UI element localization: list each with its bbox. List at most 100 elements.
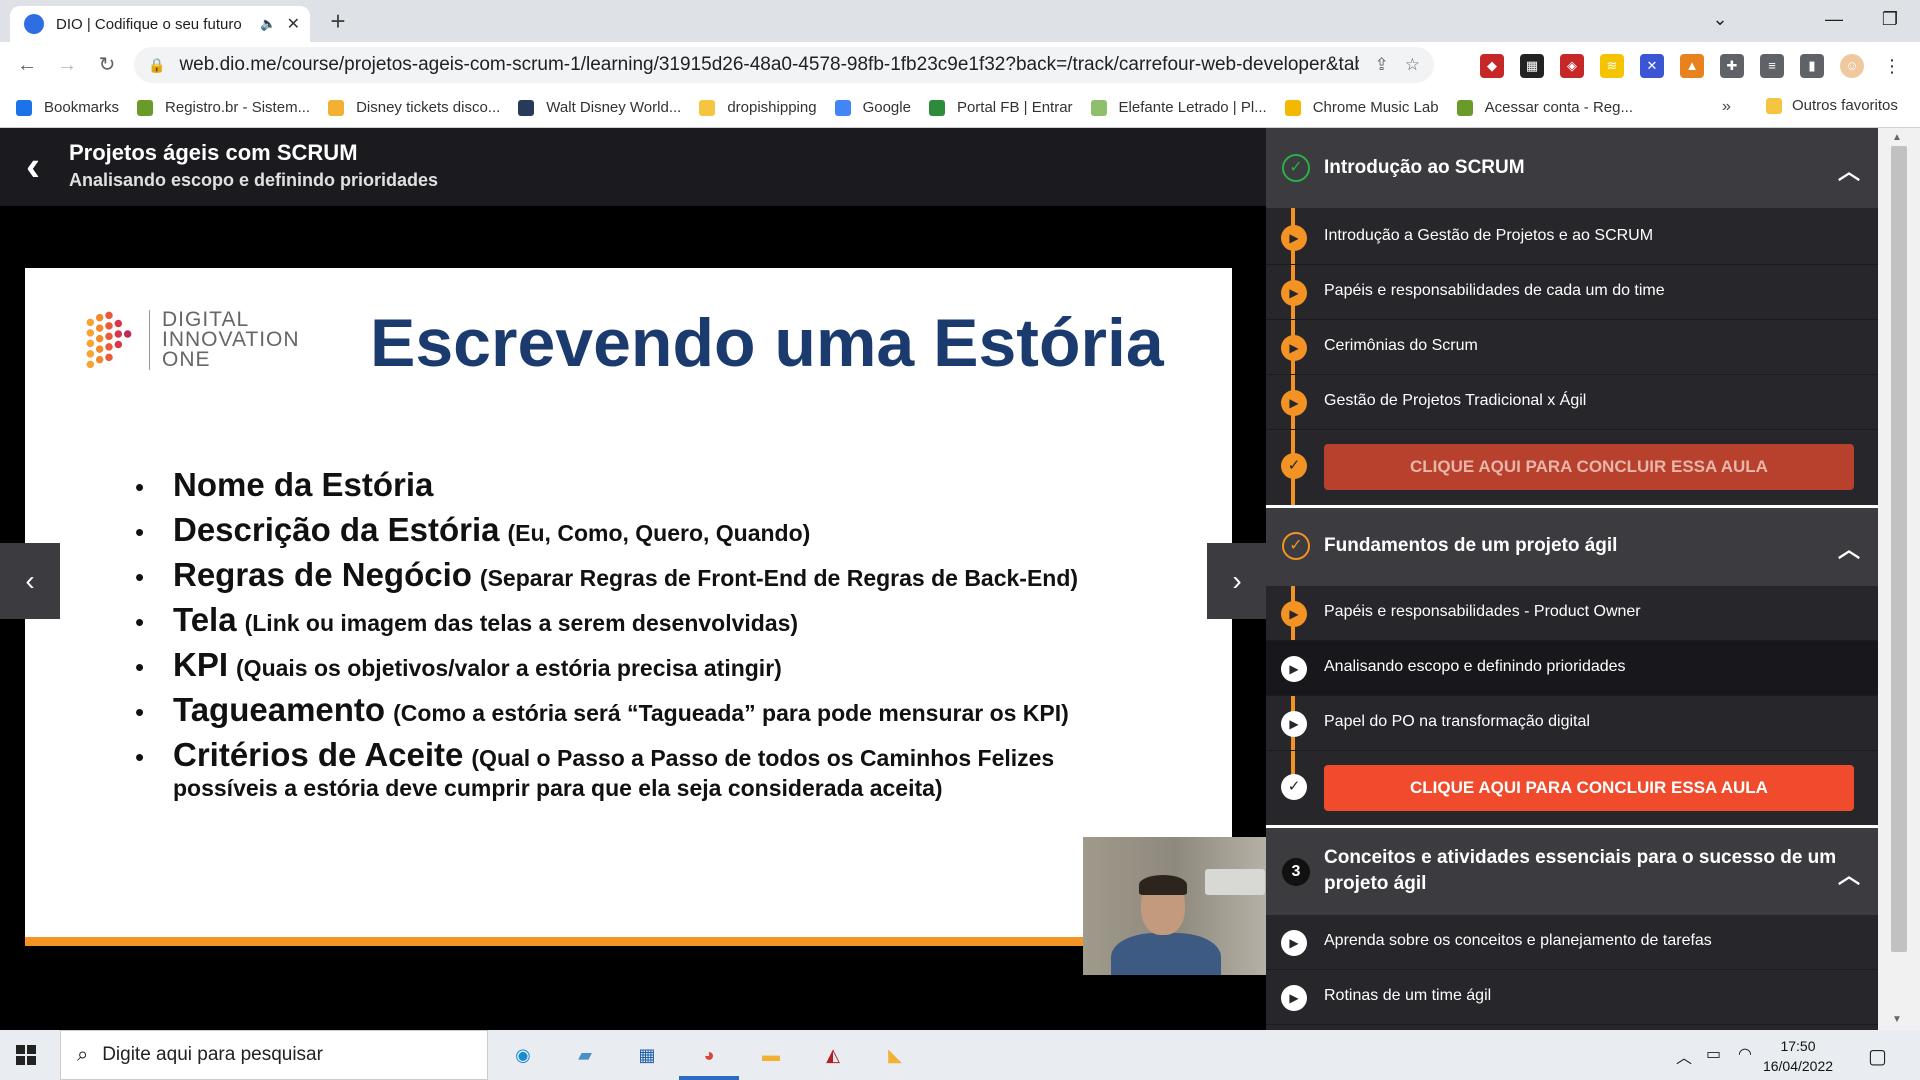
lesson-item-current[interactable]: ▶ Analisando escopo e definindo prioridad… (1266, 641, 1878, 696)
lesson-item[interactable]: ▶ Papel do PO na transformação digital (1266, 696, 1878, 751)
notepad-icon[interactable]: ▰ (568, 1038, 602, 1072)
extensions-puzzle-icon[interactable]: ✚ (1720, 54, 1744, 78)
other-bookmarks-folder[interactable]: Outros favoritos (1766, 97, 1898, 114)
play-icon: ▶ (1281, 390, 1307, 416)
windows-start-icon[interactable] (16, 1045, 36, 1065)
bookmarks-overflow-button[interactable]: » (1722, 98, 1731, 116)
reload-icon[interactable]: ↻ (92, 50, 122, 80)
instructor-webcam (1083, 837, 1266, 975)
in-progress-check-icon: ✓ (1282, 532, 1310, 560)
bookmark-item[interactable]: dropishipping (699, 99, 817, 116)
lesson-item[interactable]: ▶ Cerimônias do Scrum (1266, 320, 1878, 375)
extension-x-icon[interactable]: ✕ (1640, 54, 1664, 78)
chevron-up-icon[interactable]: ︿ (1838, 154, 1860, 186)
bookmark-star-icon[interactable]: ☆ (1405, 55, 1420, 75)
maximize-button[interactable]: ❐ (1862, 0, 1918, 38)
check-icon: ✓ (1281, 453, 1307, 479)
notifications-icon[interactable]: ▢ (1868, 1044, 1887, 1069)
elefante-icon (1090, 99, 1107, 116)
complete-lesson-button[interactable]: CLIQUE AQUI PARA CONCLUIR ESSA AULA (1324, 765, 1854, 811)
bookmark-item[interactable]: Google (834, 99, 911, 116)
lesson-item[interactable]: ▶ Rotinas de um time ágil (1266, 970, 1878, 1025)
star-icon (16, 99, 32, 116)
extension-ublock-icon[interactable]: ◈ (1560, 54, 1584, 78)
mail-app-icon[interactable]: ◭ (816, 1038, 850, 1072)
profile-avatar-icon[interactable]: ☺ (1840, 54, 1864, 78)
lesson-item[interactable]: ▶ Papéis e responsabilidades de cada um d… (1266, 265, 1878, 320)
page-scrollbar[interactable]: ▲ ▼ (1878, 128, 1920, 1030)
forward-icon[interactable]: → (52, 50, 82, 80)
new-tab-button[interactable]: + (322, 6, 354, 38)
speaker-icon[interactable]: 🔈 (260, 16, 276, 32)
close-tab-icon[interactable]: ✕ (287, 14, 300, 34)
back-chevron-icon[interactable]: ‹ (26, 142, 40, 190)
slide-bullet: • Critérios de Aceite (Qual o Passo a Pass… (135, 736, 1055, 773)
minimize-button[interactable]: — (1806, 0, 1862, 38)
lock-icon[interactable]: 🔒 (148, 57, 165, 74)
menu-kebab-icon[interactable]: ⋮ (1880, 54, 1904, 78)
chevron-up-icon[interactable]: ︿ (1838, 858, 1860, 890)
browser-toolbar: ← → ↻ 🔒 web.dio.me/course/projetos-ageis… (0, 42, 1920, 88)
extension-shield-icon[interactable]: ◆ (1480, 54, 1504, 78)
complete-lesson-button[interactable]: CLIQUE AQUI PARA CONCLUIR ESSA AULA (1324, 444, 1854, 490)
chrome-icon[interactable]: ◕ (692, 1038, 726, 1072)
bookmark-item[interactable]: Disney tickets disco... (328, 99, 500, 116)
google-icon (834, 99, 851, 116)
bookmark-item[interactable]: Chrome Music Lab (1284, 99, 1439, 116)
show-hidden-icons-icon[interactable]: ︿ (1676, 1044, 1692, 1068)
system-clock[interactable]: 17:50 16/04/2022 (1748, 1036, 1848, 1076)
walt-disney-icon (518, 99, 535, 116)
bookmark-item[interactable]: Registro.br - Sistem... (137, 99, 310, 116)
module-header-2[interactable]: ✓ Fundamentos de um projeto ágil ︿ (1266, 508, 1878, 586)
side-panel-icon[interactable]: ▮ (1800, 54, 1824, 78)
browser-tab[interactable]: DIO | Codifique o seu futuro 🔈 ✕ (10, 6, 310, 42)
play-icon: ▶ (1281, 225, 1307, 251)
lesson-item[interactable]: ▶ Papéis e responsabilidades - Product Ow… (1266, 586, 1878, 641)
taskbar-search-box[interactable]: ⌕ Digite aqui para pesquisar (60, 1030, 488, 1080)
check-circle-icon: ✓ (1282, 154, 1310, 182)
folder-icon (1766, 97, 1782, 114)
chevron-up-icon[interactable]: ︿ (1838, 532, 1860, 564)
scroll-down-icon[interactable]: ▼ (1892, 1014, 1902, 1025)
media-queue-icon[interactable]: ≡ (1760, 54, 1784, 78)
bookmark-item[interactable]: Portal FB | Entrar (928, 99, 1073, 116)
file-explorer-icon[interactable]: ▬ (754, 1038, 788, 1072)
dio-logo-text: DIGITAL INNOVATION ONE (149, 309, 300, 370)
bookmark-item[interactable]: Elefante Letrado | Pl... (1090, 99, 1267, 116)
calculator-icon[interactable]: ▦ (630, 1038, 664, 1072)
check-icon: ✓ (1281, 774, 1307, 800)
chrome-music-lab-icon (1284, 99, 1301, 116)
previous-slide-button[interactable]: ‹ (0, 543, 60, 619)
course-title: Projetos ágeis com SCRUM (69, 140, 358, 165)
extension-off-icon[interactable]: ▦ (1520, 54, 1544, 78)
slide-bullet-list: • Nome da Estória • Descrição da Estória (E… (135, 466, 1195, 802)
portal-fb-icon (928, 99, 945, 116)
bookmark-item[interactable]: Walt Disney World... (518, 99, 681, 116)
edge-icon[interactable]: ◉ (506, 1038, 540, 1072)
lesson-item[interactable]: ▶ Gestão de Projetos Tradicional x Ágil (1266, 375, 1878, 430)
lesson-item[interactable]: ▶ Introdução a Gestão de Projetos e ao SC… (1266, 210, 1878, 265)
scrollbar-thumb[interactable] (1891, 146, 1907, 952)
address-bar[interactable]: 🔒 web.dio.me/course/projetos-ageis-com-s… (134, 47, 1434, 83)
folder-icon (699, 99, 716, 116)
module-header-3[interactable]: 3 Conceitos e atividades essenciais para… (1266, 828, 1878, 915)
chevron-right-icon: › (1232, 565, 1242, 596)
slide-bullet-continuation: possíveis a estória deve cumprir para qu… (173, 775, 943, 801)
url-text[interactable]: web.dio.me/course/projetos-ageis-com-scr… (179, 54, 1358, 76)
next-slide-button[interactable]: › (1207, 543, 1267, 619)
windows-taskbar: ⌕ Digite aqui para pesquisar ◉ ▰ ▦ ◕ ▬ ◭… (0, 1030, 1920, 1080)
play-icon: ▶ (1281, 711, 1307, 737)
extension-wave-icon[interactable]: ≋ (1600, 54, 1624, 78)
scroll-up-icon[interactable]: ▲ (1892, 132, 1902, 143)
bookmark-item[interactable]: Acessar conta - Reg... (1456, 99, 1633, 116)
share-icon[interactable]: ⇪ (1375, 55, 1389, 75)
back-icon[interactable]: ← (12, 50, 42, 80)
lesson-item[interactable]: ▶ Aprenda sobre os conceitos e planejamen… (1266, 915, 1878, 970)
battery-icon[interactable]: ▭ (1706, 1044, 1721, 1064)
tab-search-icon[interactable]: ⌄ (1692, 0, 1748, 38)
tab-title: DIO | Codifique o seu futuro (56, 15, 242, 33)
bookmark-item[interactable]: Bookmarks (16, 99, 119, 116)
extension-fox-icon[interactable]: ▲ (1680, 54, 1704, 78)
photos-app-icon[interactable]: ◣ (878, 1038, 912, 1072)
module-header-1[interactable]: ✓ Introdução ao SCRUM ︿ (1266, 128, 1878, 208)
